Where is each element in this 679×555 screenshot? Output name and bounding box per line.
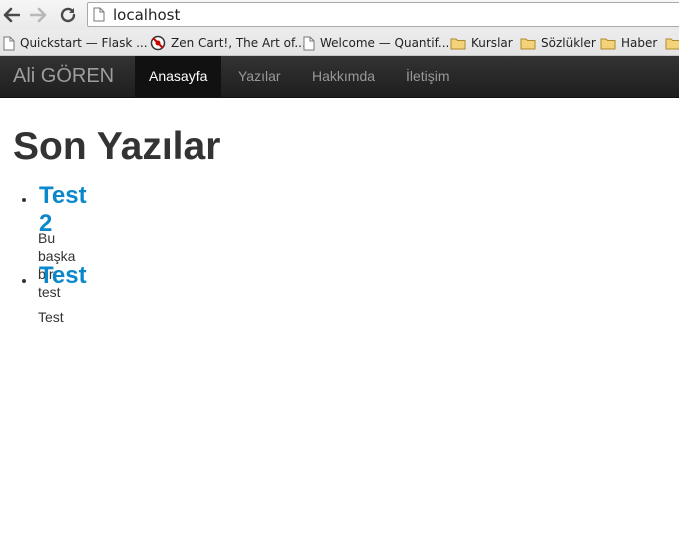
bookmark-label: Quickstart — Flask ...	[20, 36, 148, 50]
nav-yazilar[interactable]: Yazılar	[224, 56, 295, 97]
bookmark-folder-haber[interactable]: Haber	[600, 34, 657, 52]
page-icon	[3, 36, 15, 50]
forward-arrow-icon	[30, 7, 47, 23]
nav-anasayfa[interactable]: Anasayfa	[135, 56, 222, 97]
bookmark-zen-cart[interactable]: Zen Cart!, The Art of...	[150, 34, 306, 52]
site-brand[interactable]: Ali GÖREN	[13, 65, 114, 88]
site-navbar: Ali GÖREN Anasayfa Yazılar Hakkımda İlet…	[0, 56, 679, 98]
bookmark-label: Haber	[621, 36, 658, 50]
folder-icon	[600, 38, 616, 49]
bookmark-quickstart-flask[interactable]: Quickstart — Flask ...	[3, 34, 148, 52]
folder-icon	[665, 38, 679, 49]
back-arrow-icon	[3, 7, 20, 23]
nav-hakkimda[interactable]: Hakkımda	[298, 56, 389, 97]
bookmark-label: Zen Cart!, The Art of...	[171, 36, 306, 50]
reload-button[interactable]	[57, 4, 79, 26]
list-bullet	[22, 279, 26, 283]
back-button[interactable]	[0, 4, 22, 26]
page-icon	[303, 36, 315, 50]
bookmark-label: Sözlükler	[541, 36, 596, 50]
address-bar[interactable]: localhost	[87, 2, 679, 27]
bookmark-label: Welcome — Quantif...	[320, 36, 450, 50]
browser-toolbar: localhost	[0, 0, 679, 30]
bookmark-folder-sozlukler[interactable]: Sözlükler	[520, 34, 596, 52]
bookmark-folder-kurslar[interactable]: Kurslar	[450, 34, 513, 52]
url-text: localhost	[113, 6, 181, 24]
bookmark-label: Kurslar	[471, 36, 513, 50]
bookmarks-bar: Quickstart — Flask ... Zen Cart!, The Ar…	[0, 30, 679, 56]
list-bullet	[22, 198, 26, 202]
forward-button[interactable]	[28, 4, 50, 26]
nav-iletisim[interactable]: İletişim	[392, 56, 464, 97]
folder-icon	[450, 38, 466, 49]
page-icon	[93, 7, 105, 22]
page-title: Son Yazılar	[13, 125, 221, 168]
zencart-icon	[150, 35, 166, 51]
bookmark-welcome-quantif[interactable]: Welcome — Quantif...	[303, 34, 449, 52]
bookmark-folder-overflow[interactable]	[665, 34, 679, 52]
reload-icon	[60, 7, 76, 23]
folder-icon	[520, 38, 536, 49]
post-title-link[interactable]: Test	[39, 262, 87, 290]
post-excerpt: Test	[38, 309, 64, 325]
